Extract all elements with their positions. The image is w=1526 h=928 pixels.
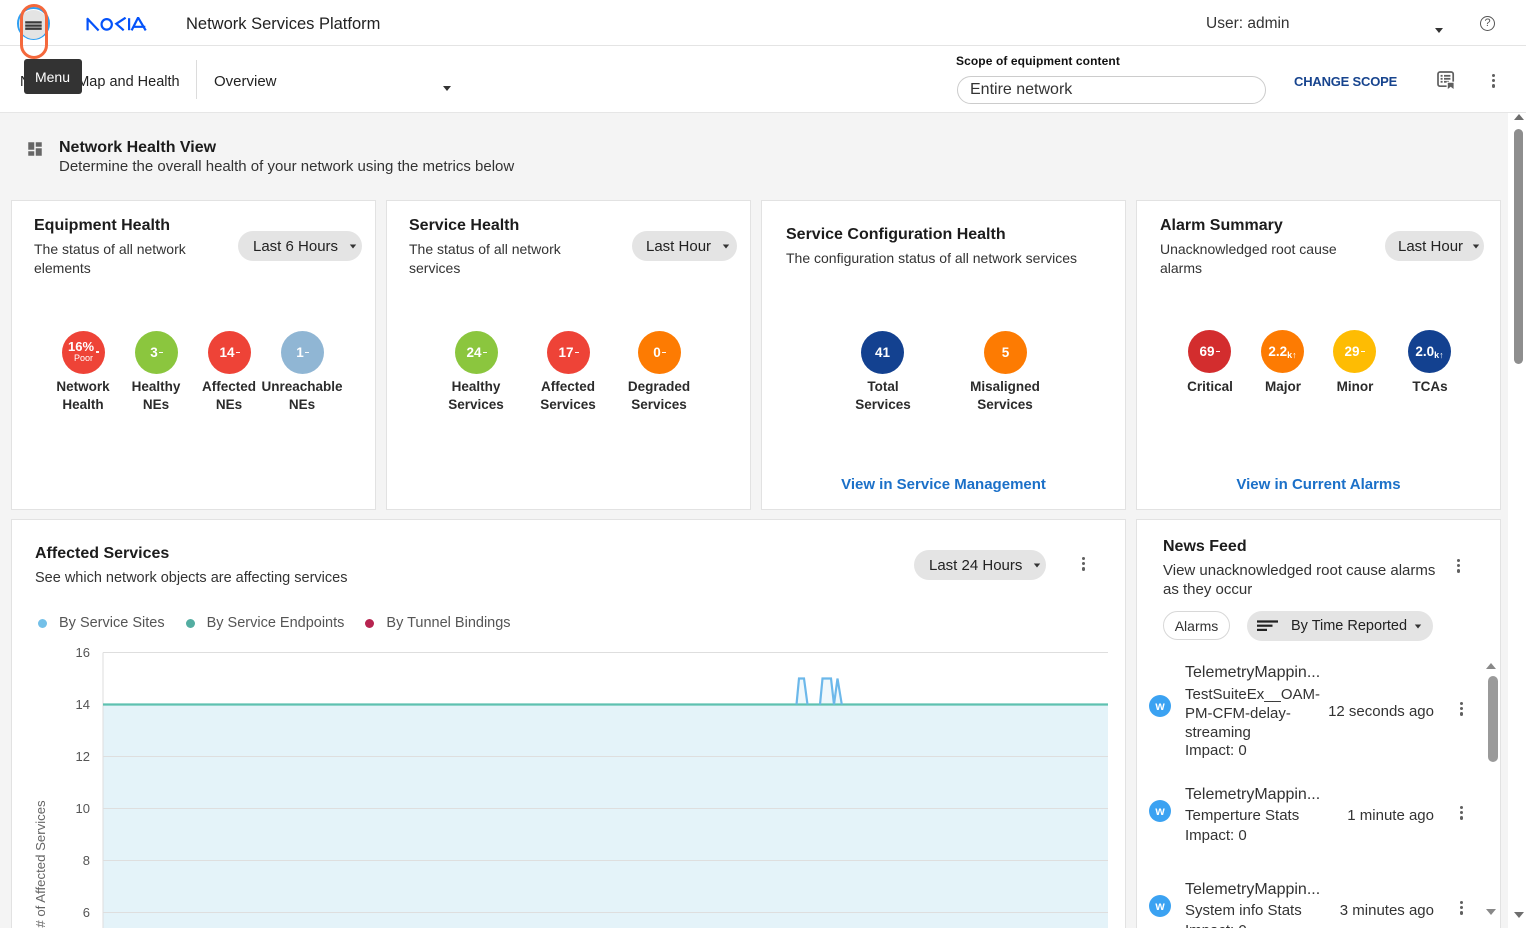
svg-text:16: 16 <box>76 645 90 660</box>
svg-text:6: 6 <box>83 905 90 920</box>
svg-text:8: 8 <box>83 853 90 868</box>
svg-text:10: 10 <box>76 801 90 816</box>
svg-text:# of Affected Services: # of Affected Services <box>33 800 48 928</box>
svg-text:12: 12 <box>76 749 90 764</box>
svg-text:14: 14 <box>76 697 90 712</box>
